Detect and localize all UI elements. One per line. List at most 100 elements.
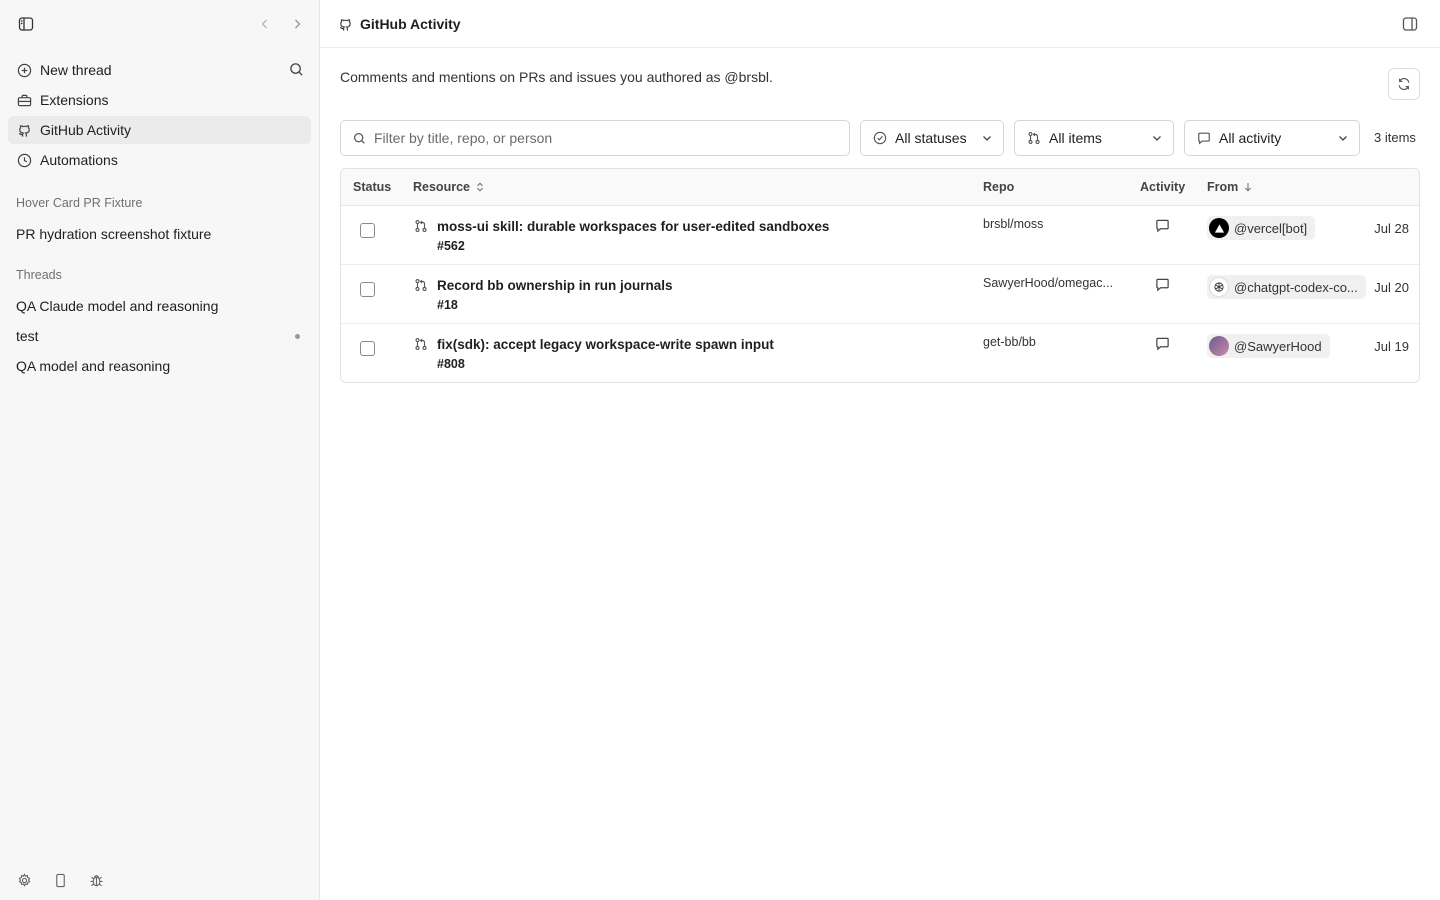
chevron-down-icon [1337, 132, 1349, 144]
thread-item[interactable]: QA Claude model and reasoning [8, 292, 311, 320]
pull-request-icon [414, 219, 428, 233]
column-label: From [1207, 180, 1239, 194]
table-header: Status Resource Repo Activity From [341, 169, 1419, 206]
bug-icon[interactable] [84, 868, 108, 892]
column-header-status: Status [353, 180, 391, 194]
forward-chevron-icon[interactable] [285, 12, 309, 36]
user-avatar [1209, 336, 1229, 356]
chevron-down-icon [1151, 132, 1163, 144]
author-chip[interactable]: @vercel[bot] [1207, 216, 1316, 240]
column-label: Repo [983, 180, 1015, 194]
toggle-sidebar-icon[interactable] [14, 12, 38, 36]
settings-gear-icon[interactable] [12, 868, 36, 892]
chevron-down-icon [981, 132, 993, 144]
status-filter-value: All statuses [895, 130, 967, 146]
main-content: GitHub Activity Comments and mentions on… [320, 0, 1440, 900]
plus-circle-icon [16, 62, 32, 78]
thread-label: QA Claude model and reasoning [16, 298, 219, 314]
repo-name: brsbl/moss [983, 217, 1044, 231]
resource-number: #808 [437, 357, 465, 371]
activity-filter-select[interactable]: All activity [1184, 120, 1360, 156]
comment-icon [1155, 277, 1171, 293]
comment-icon [1197, 131, 1211, 145]
thread-item[interactable]: test [8, 322, 311, 350]
page-description: Comments and mentions on PRs and issues … [340, 69, 773, 85]
author-name: @SawyerHood [1234, 338, 1322, 354]
author-chip[interactable]: @chatgpt-codex-co... [1207, 275, 1366, 299]
sort-updown-icon [475, 182, 485, 192]
unread-dot [295, 334, 300, 339]
column-label: Activity [1140, 180, 1186, 194]
author-name: @vercel[bot] [1234, 220, 1308, 236]
github-icon [333, 12, 357, 36]
comment-icon [1155, 336, 1171, 352]
resource-title-link[interactable]: moss-ui skill: durable workspaces for us… [437, 219, 829, 234]
search-input[interactable] [374, 130, 834, 146]
column-header-from[interactable]: From [1207, 180, 1253, 194]
sidebar-header [0, 0, 319, 48]
pinned-thread-item[interactable]: PR hydration screenshot fixture [8, 220, 311, 248]
row-checkbox[interactable] [360, 223, 375, 238]
items-filter-select[interactable]: All items [1014, 120, 1174, 156]
nav-label: Extensions [40, 92, 109, 108]
nav-new-thread[interactable]: New thread [8, 56, 311, 84]
search-icon[interactable] [289, 62, 305, 78]
vercel-avatar [1209, 218, 1229, 238]
comment-icon [1155, 218, 1171, 234]
thread-label: PR hydration screenshot fixture [16, 226, 212, 242]
nav-automations[interactable]: Automations [8, 146, 311, 174]
resource-title-link[interactable]: fix(sdk): accept legacy workspace-write … [437, 337, 774, 352]
resource-title-link[interactable]: Record bb ownership in run journals [437, 278, 673, 293]
column-header-resource[interactable]: Resource [413, 180, 485, 194]
page-title: GitHub Activity [360, 16, 461, 32]
column-header-activity: Activity [1140, 180, 1185, 194]
sidebar-footer [0, 852, 319, 900]
activity-date: Jul 19 [1374, 339, 1409, 354]
resource-number: #18 [437, 298, 458, 312]
github-icon [16, 122, 32, 138]
resource-number: #562 [437, 239, 465, 253]
pull-request-icon [414, 278, 428, 292]
column-header-repo: Repo [983, 180, 1014, 194]
clock-icon [16, 152, 32, 168]
activity-date: Jul 20 [1374, 280, 1409, 295]
author-name: @chatgpt-codex-co... [1234, 279, 1358, 295]
sidebar: New thread Extensions GitHub Activity Au… [0, 0, 320, 900]
search-icon [353, 132, 366, 145]
column-label: Status [353, 180, 392, 194]
refresh-button[interactable] [1388, 68, 1420, 100]
top-bar: GitHub Activity [320, 0, 1440, 48]
thread-label: QA model and reasoning [16, 358, 171, 374]
row-checkbox[interactable] [360, 282, 375, 297]
nav-extensions[interactable]: Extensions [8, 86, 311, 114]
thread-label: test [16, 328, 39, 344]
openai-avatar [1209, 277, 1229, 297]
nav-label: New thread [40, 62, 112, 78]
items-count: 3 items [1374, 130, 1416, 145]
back-chevron-icon[interactable] [253, 12, 277, 36]
column-label: Resource [413, 180, 470, 194]
author-chip[interactable]: @SawyerHood [1207, 334, 1330, 358]
activity-table: Status Resource Repo Activity From moss-… [340, 168, 1420, 383]
nav-label: GitHub Activity [40, 122, 132, 138]
table-row[interactable]: Record bb ownership in run journals #18 … [341, 265, 1419, 324]
table-row[interactable]: fix(sdk): accept legacy workspace-write … [341, 324, 1419, 382]
pull-request-icon [414, 337, 428, 351]
search-field[interactable] [340, 120, 850, 156]
pull-request-icon [1027, 131, 1041, 145]
check-circle-icon [873, 131, 887, 145]
toolbox-icon [16, 92, 32, 108]
items-filter-value: All items [1049, 130, 1102, 146]
toggle-right-panel-icon[interactable] [1398, 12, 1422, 36]
section-label-threads: Threads [16, 268, 62, 282]
section-label-pinned: Hover Card PR Fixture [16, 196, 143, 210]
repo-name: get-bb/bb [983, 335, 1036, 349]
mobile-device-icon[interactable] [48, 868, 72, 892]
table-row[interactable]: moss-ui skill: durable workspaces for us… [341, 206, 1419, 265]
status-filter-select[interactable]: All statuses [860, 120, 1004, 156]
thread-item[interactable]: QA model and reasoning [8, 352, 311, 380]
nav-github-activity[interactable]: GitHub Activity [8, 116, 311, 144]
row-checkbox[interactable] [360, 341, 375, 356]
repo-name: SawyerHood/omegac... [983, 276, 1113, 290]
refresh-icon [1397, 77, 1411, 91]
